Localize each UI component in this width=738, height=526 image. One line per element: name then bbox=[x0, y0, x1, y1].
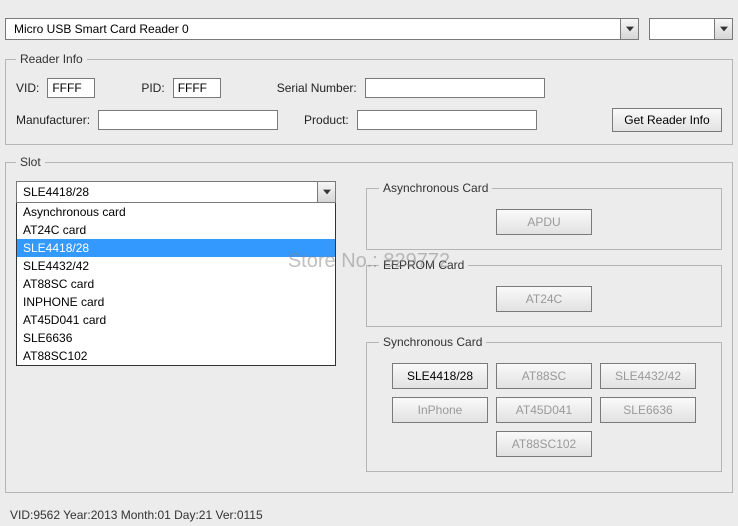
sync-card-button[interactable]: AT88SC102 bbox=[496, 431, 592, 457]
card-type-option[interactable]: AT24C card bbox=[17, 221, 335, 239]
chevron-down-icon bbox=[720, 26, 728, 32]
secondary-select-dropdown-btn[interactable] bbox=[714, 19, 732, 39]
reader-select[interactable]: Micro USB Smart Card Reader 0 bbox=[5, 18, 639, 40]
get-reader-info-button[interactable]: Get Reader Info bbox=[612, 108, 722, 132]
apdu-button[interactable]: APDU bbox=[496, 209, 592, 235]
card-type-dropdown-list[interactable]: Asynchronous cardAT24C cardSLE4418/28SLE… bbox=[16, 203, 336, 366]
slot-legend: Slot bbox=[16, 155, 45, 169]
product-input[interactable] bbox=[357, 110, 537, 130]
sync-card-button[interactable]: SLE4432/42 bbox=[600, 363, 696, 389]
status-bar: VID:9562 Year:2013 Month:01 Day:21 Ver:0… bbox=[10, 508, 263, 522]
serial-label: Serial Number: bbox=[277, 81, 357, 95]
async-card-legend: Asynchronous Card bbox=[379, 181, 492, 195]
reader-select-dropdown-btn[interactable] bbox=[620, 19, 638, 39]
sync-card-legend: Synchronous Card bbox=[379, 335, 486, 349]
card-type-option[interactable]: AT88SC card bbox=[17, 275, 335, 293]
card-type-combo-text: SLE4418/28 bbox=[17, 185, 317, 199]
manufacturer-label: Manufacturer: bbox=[16, 113, 90, 127]
secondary-select[interactable] bbox=[649, 18, 733, 40]
eeprom-card-group: EEPROM Card AT24C bbox=[366, 258, 722, 327]
chevron-down-icon bbox=[323, 189, 331, 195]
card-type-option[interactable]: INPHONE card bbox=[17, 293, 335, 311]
sync-card-button[interactable]: AT45D041 bbox=[496, 397, 592, 423]
slot-group: Slot SLE4418/28 Asynchronous cardAT24C c… bbox=[5, 155, 733, 493]
card-type-option[interactable]: SLE4432/42 bbox=[17, 257, 335, 275]
sync-card-button[interactable]: AT88SC bbox=[496, 363, 592, 389]
vid-label: VID: bbox=[16, 81, 39, 95]
chevron-down-icon bbox=[626, 26, 634, 32]
card-type-combo-btn[interactable] bbox=[317, 182, 335, 202]
sync-card-group: Synchronous Card SLE4418/28 AT88SC SLE4432… bbox=[366, 335, 722, 472]
async-card-group: Asynchronous Card APDU bbox=[366, 181, 722, 250]
sync-card-button[interactable]: InPhone bbox=[392, 397, 488, 423]
reader-info-legend: Reader Info bbox=[16, 52, 87, 66]
eeprom-card-legend: EEPROM Card bbox=[379, 258, 468, 272]
card-type-option[interactable]: SLE4418/28 bbox=[17, 239, 335, 257]
pid-input[interactable] bbox=[173, 78, 221, 98]
card-type-option[interactable]: AT45D041 card bbox=[17, 311, 335, 329]
vid-input[interactable] bbox=[47, 78, 95, 98]
card-type-option[interactable]: Asynchronous card bbox=[17, 203, 335, 221]
reader-select-text: Micro USB Smart Card Reader 0 bbox=[6, 22, 620, 36]
pid-label: PID: bbox=[141, 81, 164, 95]
sync-card-button[interactable]: SLE6636 bbox=[600, 397, 696, 423]
at24c-button[interactable]: AT24C bbox=[496, 286, 592, 312]
manufacturer-input[interactable] bbox=[98, 110, 278, 130]
card-type-combo[interactable]: SLE4418/28 bbox=[16, 181, 336, 203]
serial-input[interactable] bbox=[365, 78, 545, 98]
reader-info-group: Reader Info VID: PID: Serial Number: Man… bbox=[5, 52, 733, 145]
card-type-option[interactable]: SLE6636 bbox=[17, 329, 335, 347]
product-label: Product: bbox=[304, 113, 349, 127]
sync-card-button[interactable]: SLE4418/28 bbox=[392, 363, 488, 389]
card-type-option[interactable]: AT88SC102 bbox=[17, 347, 335, 365]
